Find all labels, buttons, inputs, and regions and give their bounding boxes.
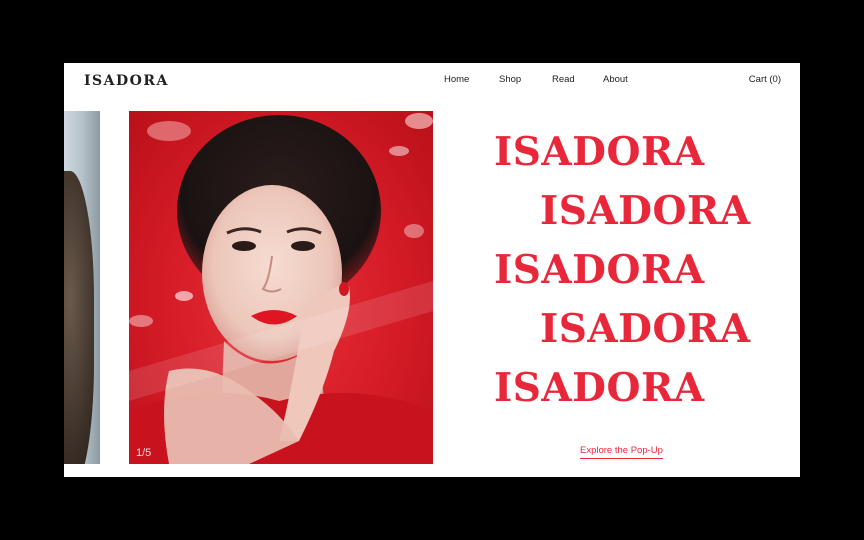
hero-word: ISADORA — [540, 306, 751, 352]
slide-counter: 1/5 — [136, 447, 152, 459]
hero-word: ISADORA — [494, 365, 705, 411]
nav-home[interactable]: Home — [444, 74, 469, 85]
hero-photo[interactable]: 1/5 — [129, 111, 433, 464]
hero-word: ISADORA — [494, 129, 705, 175]
nav-shop[interactable]: Shop — [499, 74, 521, 85]
photo-hair-detail — [64, 171, 94, 464]
nav-about[interactable]: About — [603, 74, 628, 85]
hero-word: ISADORA — [494, 247, 705, 293]
hero-word: ISADORA — [540, 188, 751, 234]
explore-popup-link[interactable]: Explore the Pop-Up — [580, 445, 663, 459]
page: ISADORA Home Shop Read About Cart (0) 1/… — [64, 63, 800, 477]
previous-slide-photo[interactable] — [64, 111, 100, 464]
brand-logo[interactable]: ISADORA — [84, 73, 169, 89]
nav-read[interactable]: Read — [552, 74, 575, 85]
portrait-illustration — [129, 113, 433, 464]
cart-link[interactable]: Cart (0) — [749, 74, 781, 85]
